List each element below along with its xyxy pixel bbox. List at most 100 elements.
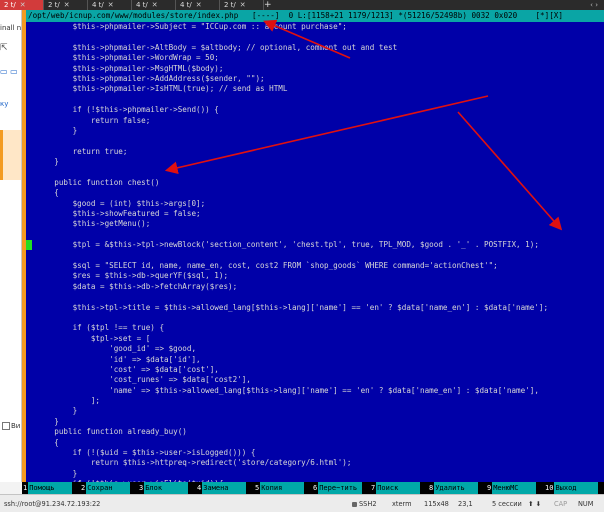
code-line[interactable]: if (!($uid = $this->user->isLogged())) { [22,448,604,458]
terminal-edge [22,10,26,482]
code-line[interactable]: $this->phpmailer->WordWrap = 50; [22,53,604,63]
tab-2[interactable]: 4 t/ ✕ [88,0,132,10]
code-line[interactable]: { [22,438,604,448]
terminal-size: 115x48 [424,500,449,508]
tab-3[interactable]: 4 t/ ✕ [132,0,176,10]
caps-indicator: CAP [554,500,568,508]
close-icon[interactable]: ✕ [240,1,246,9]
background-banner [0,130,21,180]
new-tab-icon[interactable]: + [264,0,272,10]
background-window: inall ne ⇱ ▭ ▭ ку Ви [0,10,22,482]
code-line[interactable] [22,167,604,177]
terminal-window[interactable]: /opt/web/icnup.com/www/modules/store/ind… [22,10,604,482]
tab-4[interactable]: 4 t/ ✕ [176,0,220,10]
close-icon[interactable]: ✕ [20,1,26,9]
folder-icon: ▭ ▭ [0,67,18,76]
code-line[interactable]: 'cost' => $data['cost'], [22,365,604,375]
fkey-7[interactable]: 7 Поиск [370,482,421,494]
close-icon[interactable]: ✕ [108,1,114,9]
code-line[interactable]: } [22,126,604,136]
close-icon[interactable]: ✕ [196,1,202,9]
fkey-2[interactable]: 2 Сохран [80,482,131,494]
code-line[interactable]: $tpl->set = [ [22,334,604,344]
fkey-number: 10 [544,484,555,492]
code-line[interactable]: $this->tpl->title = $this->allowed_lang[… [22,303,604,313]
code-line[interactable]: if (!$this->phpmailer->Send()) { [22,105,604,115]
code-line[interactable] [22,32,604,42]
code-line[interactable]: return $this->httpreq->redirect('store/c… [22,458,604,468]
transfer-arrows-icon: ⬆ ⬇ [528,500,542,508]
fkey-8[interactable]: 8 Удалить [428,482,479,494]
code-line[interactable]: $this->phpmailer->AltBody = $altbody; //… [22,43,604,53]
fkey-label: Поиск [376,482,421,494]
fkey-3[interactable]: 3 Блок [138,482,189,494]
code-line[interactable] [22,251,604,261]
fkey-label: МенюМС [492,482,537,494]
code-line[interactable]: 'good_id' => $good, [22,344,604,354]
code-line[interactable]: $sql = "SELECT id, name, name_en, cost, … [22,261,604,271]
checkbox-label: Ви [11,422,21,430]
fkey-5[interactable]: 5 Копия [254,482,305,494]
terminal-tab-strip: 2 t/ ✕ 2 t/ ✕ 4 t/ ✕ 4 t/ ✕ 4 t/ ✕ 2 t/ ✕ + ‹ … [0,0,604,10]
code-line[interactable]: return true; [22,147,604,157]
fkey-1[interactable]: 1 Помощь [22,482,73,494]
code-line[interactable]: } [22,157,604,167]
fkey-6[interactable]: 6 Пере~тить [312,482,363,494]
tab-5[interactable]: 2 t/ ✕ [220,0,264,10]
fkey-10[interactable]: 10 Выход [544,482,599,494]
code-line[interactable]: $res = $this->db->querYF($sql, 1); [22,271,604,281]
code-line[interactable]: $this->showFeatured = false; [22,209,604,219]
code-line[interactable]: 'id' => $data['id'], [22,355,604,365]
cursor-arrow-icon: ⇱ [0,43,8,53]
background-checkbox[interactable] [2,422,10,430]
tab-0[interactable]: 2 t/ ✕ [0,0,44,10]
code-line[interactable]: $this->getMenu(); [22,219,604,229]
background-link[interactable]: ку [0,100,8,108]
fkey-9[interactable]: 9 МенюМС [486,482,537,494]
code-line[interactable]: $this->phpmailer->IsHTML(true); // send … [22,84,604,94]
tab-label: 4 t/ [180,1,192,9]
close-icon[interactable]: ✕ [64,1,70,9]
fkey-label: Блок [144,482,189,494]
tab-1[interactable]: 2 t/ ✕ [44,0,88,10]
code-line[interactable]: $data = $this->db->fetchArray($res); [22,282,604,292]
tab-label: 4 t/ [92,1,104,9]
code-line[interactable]: { [22,188,604,198]
terminal-type: xterm [392,500,412,508]
code-line[interactable]: $this->phpmailer->Subject = "ICCup.com :… [22,22,604,32]
code-line[interactable] [22,230,604,240]
code-line[interactable]: $this->phpmailer->MsgHTML($body); [22,64,604,74]
code-line[interactable]: ]; [22,396,604,406]
code-line[interactable]: 'cost_runes' => $data['cost2'], [22,375,604,385]
code-line[interactable]: public function already_buy() [22,427,604,437]
sessions-count: 5 сессии [492,500,522,508]
code-line[interactable]: } [22,469,604,479]
code-line[interactable] [22,313,604,323]
code-editor[interactable]: $this->phpmailer->Subject = "ICCup.com :… [22,22,604,482]
fkey-label: Удалить [434,482,479,494]
code-line[interactable]: if ($tpl !== true) { [22,323,604,333]
code-line[interactable] [22,292,604,302]
code-line[interactable]: } [22,417,604,427]
code-line[interactable]: return false; [22,116,604,126]
num-indicator: NUM [578,500,594,508]
cursor-position: 23,1 [458,500,473,508]
window-controls-icon[interactable]: ‹ › [590,0,598,10]
code-line[interactable]: 'name' => $this->allowed_lang[$this->lan… [22,386,604,396]
lock-icon [352,501,357,507]
code-line[interactable]: $this->phpmailer->AddAddress($sender, ""… [22,74,604,84]
code-line[interactable]: $tpl = &$this->tpl->newBlock('section_co… [22,240,604,250]
fkey-label: Пере~тить [318,482,363,494]
fkey-label: Замена [202,482,247,494]
code-line[interactable]: } [22,406,604,416]
tab-label: 2 t/ [4,1,16,9]
code-line[interactable]: $good = (int) $this->args[0]; [22,199,604,209]
code-line[interactable]: public function chest() [22,178,604,188]
code-line[interactable] [22,95,604,105]
fkey-label: Сохран [86,482,131,494]
fkey-4[interactable]: 4 Замена [196,482,247,494]
close-icon[interactable]: ✕ [152,1,158,9]
code-line[interactable] [22,136,604,146]
fkey-label: Копия [260,482,305,494]
editor-status-line: /opt/web/icnup.com/www/modules/store/ind… [22,10,604,22]
